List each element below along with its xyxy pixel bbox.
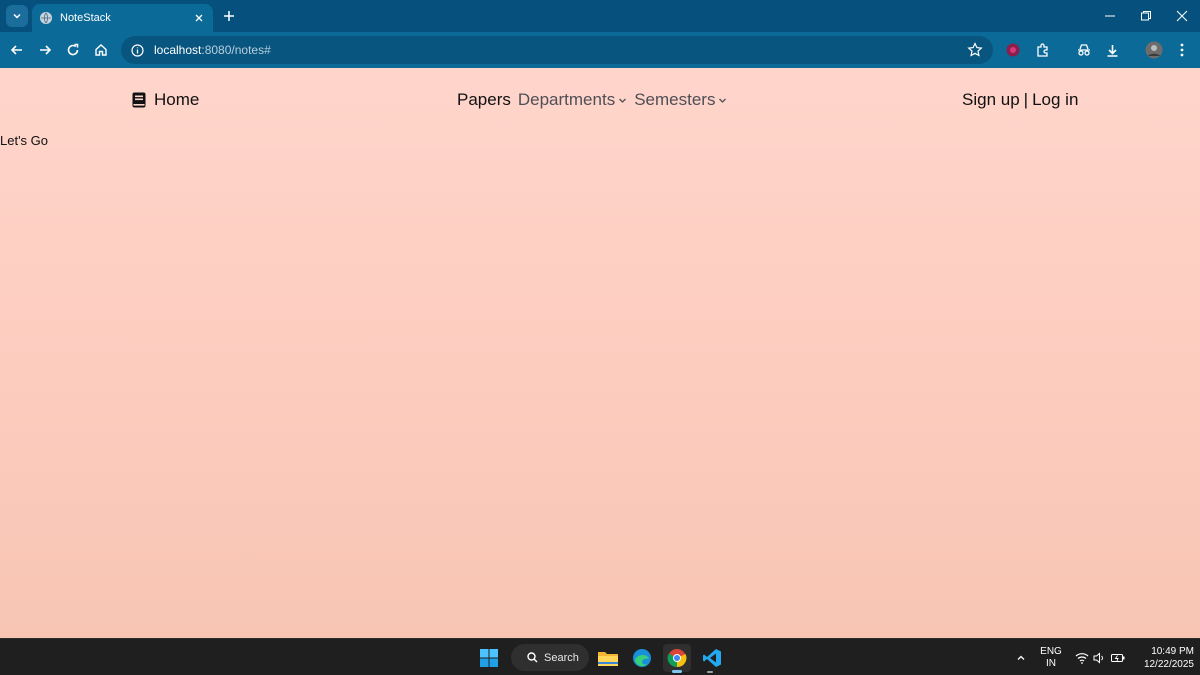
- show-hidden-icons-button[interactable]: [1010, 639, 1032, 675]
- forward-button[interactable]: [33, 38, 57, 62]
- file-explorer-button[interactable]: [594, 644, 622, 672]
- star-icon[interactable]: [967, 42, 983, 58]
- chrome-taskbar-button[interactable]: [663, 644, 691, 672]
- signup-link[interactable]: Sign up: [962, 90, 1020, 110]
- taskbar-clock[interactable]: 10:49 PM 12/22/2025: [1128, 639, 1194, 675]
- wifi-icon: [1075, 652, 1089, 664]
- reload-button[interactable]: [61, 38, 85, 62]
- volume-icon: [1093, 651, 1103, 664]
- nav-home-link[interactable]: Home: [132, 90, 199, 110]
- window-close-button[interactable]: [1164, 0, 1200, 32]
- url-path: :8080/notes#: [201, 43, 271, 57]
- tab-title: NoteStack: [60, 12, 111, 24]
- language-code: ENG: [1040, 645, 1062, 657]
- extensions-menu-button[interactable]: [1030, 38, 1054, 62]
- menu-kebab-icon: [1180, 43, 1184, 57]
- restore-icon: [1141, 11, 1151, 21]
- plus-icon: [224, 11, 234, 21]
- incognito-button[interactable]: [1072, 38, 1096, 62]
- home-icon: [95, 44, 107, 56]
- url-host: localhost: [154, 43, 202, 57]
- window-close-icon: [1176, 10, 1188, 22]
- language-region: IN: [1046, 657, 1056, 669]
- windows-logo-icon: [480, 649, 498, 667]
- book-icon: [132, 92, 146, 108]
- battery-icon: [1111, 653, 1125, 662]
- profile-avatar: [1145, 41, 1163, 59]
- site-info-icon[interactable]: [131, 43, 144, 57]
- minimize-icon: [1105, 15, 1115, 17]
- extension-button[interactable]: [1001, 38, 1025, 62]
- favicon-icon: [40, 12, 52, 24]
- login-link[interactable]: Log in: [1032, 90, 1078, 110]
- body-text: Let's Go: [0, 133, 49, 148]
- nav-center-menu: Papers Departments Semesters: [457, 90, 734, 110]
- chrome-menu-button[interactable]: [1170, 38, 1194, 62]
- nav-auth-links: Sign up | Log in: [962, 90, 1078, 110]
- search-icon: [527, 652, 538, 663]
- chevron-down-icon: [13, 13, 21, 19]
- vscode-button[interactable]: [698, 644, 726, 672]
- clock-date: 12/22/2025: [1143, 658, 1194, 670]
- browser-toolbar: localhost:8080/notes#: [0, 32, 1200, 68]
- downloads-button[interactable]: [1100, 38, 1124, 62]
- taskbar-search-button[interactable]: Search: [511, 644, 589, 671]
- chrome-icon: [667, 649, 687, 668]
- home-button[interactable]: [89, 38, 113, 62]
- chevron-down-icon: [719, 98, 727, 103]
- restore-button[interactable]: [1128, 0, 1164, 32]
- folder-icon: [598, 652, 618, 666]
- chevron-up-icon: [1017, 655, 1025, 660]
- nav-home-label: Home: [154, 90, 200, 109]
- active-app-indicator: [672, 670, 682, 673]
- vscode-icon: [703, 649, 721, 667]
- profile-button[interactable]: [1142, 38, 1166, 62]
- quick-settings-button[interactable]: [1070, 639, 1130, 675]
- reload-icon: [67, 43, 79, 56]
- windows-taskbar: Search ENG IN 10:49 PM 12/22/2025: [0, 638, 1200, 675]
- download-icon: [1107, 44, 1117, 57]
- url-text: localhost:8080/notes#: [154, 43, 271, 57]
- nav-semesters-label: Semesters: [634, 90, 716, 109]
- nav-papers-link[interactable]: Papers: [457, 90, 511, 110]
- nav-departments-label: Departments: [517, 90, 616, 109]
- taskbar-search-label: Search: [544, 651, 579, 664]
- clock-time: 10:49 PM: [1151, 645, 1194, 657]
- back-button[interactable]: [5, 38, 29, 62]
- extension-icon: [1006, 43, 1020, 57]
- close-tab-icon[interactable]: [191, 10, 207, 26]
- tab-search-button[interactable]: [6, 5, 28, 27]
- page-viewport: Home Papers Departments Semesters Sign u…: [0, 68, 1200, 638]
- browser-tab-strip: NoteStack: [0, 0, 1200, 32]
- address-bar[interactable]: localhost:8080/notes#: [121, 36, 993, 64]
- active-tab[interactable]: NoteStack: [32, 4, 213, 32]
- start-button[interactable]: [475, 644, 503, 672]
- incognito-icon: [1078, 44, 1090, 56]
- open-app-indicator: [707, 671, 713, 673]
- minimize-button[interactable]: [1092, 0, 1128, 32]
- edge-browser-button[interactable]: [628, 644, 656, 672]
- nav-semesters-dropdown[interactable]: Semesters: [634, 90, 727, 110]
- forward-icon: [40, 45, 52, 55]
- chevron-down-icon: [619, 98, 627, 103]
- new-tab-button[interactable]: [219, 6, 239, 26]
- nav-departments-dropdown[interactable]: Departments: [518, 90, 627, 110]
- language-indicator[interactable]: ENG IN: [1036, 639, 1066, 675]
- puzzle-icon: [1036, 42, 1048, 57]
- auth-separator: |: [1023, 90, 1029, 109]
- back-icon: [10, 45, 22, 55]
- edge-icon: [633, 649, 651, 667]
